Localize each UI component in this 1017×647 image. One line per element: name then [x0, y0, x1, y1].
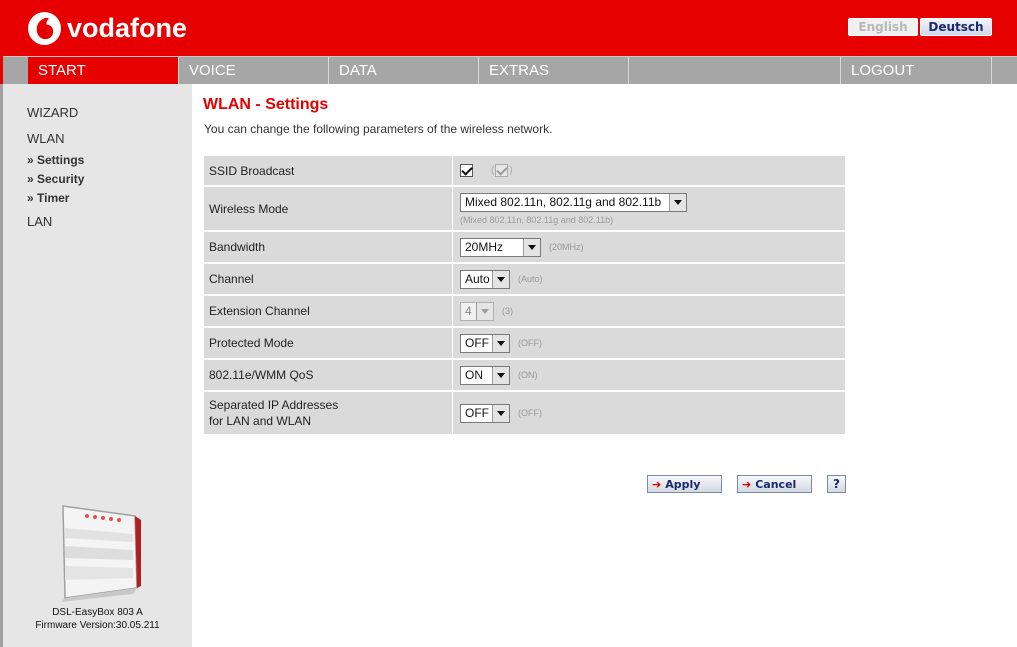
cancel-label: Cancel — [755, 477, 797, 491]
page-title: WLAN - Settings — [203, 96, 329, 113]
row-protected-mode: Protected Mode OFF (OFF) — [204, 328, 845, 360]
ssid-broadcast-value: () — [454, 156, 845, 185]
nav-start[interactable]: START — [28, 57, 178, 84]
channel-label: Channel — [204, 264, 453, 294]
chevron-down-icon — [492, 270, 509, 288]
nav-end-spacer — [991, 57, 1017, 84]
sidebar-item-wlan[interactable]: WLAN — [27, 131, 65, 146]
channel-select[interactable]: Auto — [460, 269, 510, 289]
wireless-mode-selected: Mixed 802.11n, 802.11g and 802.11b — [465, 195, 662, 209]
router-device-icon — [61, 505, 141, 602]
vodafone-logo[interactable]: vodafone — [27, 10, 187, 46]
ssid-broadcast-default-checkbox — [495, 164, 509, 177]
wireless-mode-select[interactable]: Mixed 802.11n, 802.11g and 802.11b — [460, 193, 687, 212]
separated-ip-hint: (OFF) — [518, 408, 542, 418]
bandwidth-value: 20MHz (20MHz) — [454, 232, 845, 262]
protected-mode-value: OFF (OFF) — [454, 328, 845, 358]
extension-channel-label: Extension Channel — [204, 296, 453, 326]
nav-spacer — [628, 57, 840, 84]
separated-ip-selected: OFF — [465, 405, 489, 420]
chevron-down-icon — [669, 194, 686, 211]
row-ssid-broadcast: SSID Broadcast () — [204, 156, 845, 187]
vodafone-speechmark-icon — [27, 11, 62, 45]
wmm-qos-label: 802.11e/WMM QoS — [204, 360, 453, 390]
sidebar-item-security[interactable]: » Security — [27, 172, 84, 186]
wmm-qos-hint: (ON) — [518, 370, 538, 380]
sidebar: WIZARD WLAN » Settings » Security » Time… — [3, 84, 192, 647]
row-wmm-qos: 802.11e/WMM QoS ON (ON) — [204, 360, 845, 392]
row-wireless-mode: Wireless Mode Mixed 802.11n, 802.11g and… — [204, 187, 845, 232]
chevron-down-icon — [523, 238, 540, 256]
bandwidth-label: Bandwidth — [204, 232, 453, 262]
extension-channel-selected: 4 — [465, 303, 472, 318]
nav-voice[interactable]: VOICE — [178, 57, 328, 84]
row-extension-channel: Extension Channel 4 (3) — [204, 296, 845, 328]
wmm-qos-selected: ON — [465, 367, 483, 382]
apply-label: Apply — [665, 477, 701, 491]
arrow-right-icon: ➔ — [742, 477, 752, 491]
ssid-broadcast-checkbox[interactable] — [460, 164, 473, 177]
sidebar-item-settings[interactable]: » Settings — [27, 153, 84, 167]
bandwidth-select[interactable]: 20MHz — [460, 237, 541, 257]
channel-value: Auto (Auto) — [454, 264, 845, 294]
wireless-mode-hint: (Mixed 802.11n, 802.11g and 802.11b) — [460, 215, 614, 225]
protected-mode-hint: (OFF) — [518, 338, 542, 348]
ssid-broadcast-label: SSID Broadcast — [204, 156, 453, 185]
apply-button[interactable]: ➔ Apply — [647, 475, 722, 493]
protected-mode-label: Protected Mode — [204, 328, 453, 358]
wmm-qos-select[interactable]: ON — [460, 365, 510, 385]
help-button[interactable]: ? — [827, 475, 846, 493]
bandwidth-selected: 20MHz — [465, 239, 504, 254]
row-channel: Channel Auto (Auto) — [204, 264, 845, 296]
wireless-mode-label: Wireless Mode — [204, 187, 453, 230]
brand-name: vodafone — [67, 12, 188, 43]
separated-ip-select[interactable]: OFF — [460, 403, 510, 423]
ssid-broadcast-default: () — [491, 164, 513, 177]
nav-extras[interactable]: EXTRAS — [478, 57, 628, 84]
chevron-down-icon — [476, 302, 493, 320]
sidebar-item-timer[interactable]: » Timer — [27, 191, 69, 205]
deutsch-language-button[interactable]: Deutsch — [920, 18, 992, 36]
separated-ip-label-line1: Separated IP Addresses — [209, 398, 339, 412]
nav-data[interactable]: DATA — [328, 57, 478, 84]
row-bandwidth: Bandwidth 20MHz (20MHz) — [204, 232, 845, 264]
main-nav: START VOICE DATA EXTRAS LOGOUT — [0, 56, 1017, 84]
protected-mode-selected: OFF — [465, 335, 489, 350]
firmware-version: Firmware Version:30.05.211 — [35, 620, 160, 631]
sidebar-item-wizard[interactable]: WIZARD — [27, 105, 78, 120]
channel-hint: (Auto) — [518, 274, 543, 284]
arrow-right-icon: ➔ — [652, 477, 662, 491]
channel-selected: Auto — [465, 271, 490, 286]
device-name: DSL-EasyBox 803 A — [52, 607, 143, 618]
page-description: You can change the following parameters … — [204, 122, 553, 136]
chevron-down-icon — [492, 404, 509, 422]
separated-ip-label: Separated IP Addresses for LAN and WLAN — [204, 392, 453, 434]
chevron-down-icon — [492, 334, 509, 352]
header-bar: vodafone English Deutsch — [0, 0, 1017, 56]
cancel-button[interactable]: ➔ Cancel — [737, 475, 812, 493]
chevron-down-icon — [492, 366, 509, 384]
bandwidth-hint: (20MHz) — [549, 242, 584, 252]
main-content: WLAN - Settings You can change the follo… — [193, 84, 1017, 647]
protected-mode-select[interactable]: OFF — [460, 333, 510, 353]
extension-channel-hint: (3) — [502, 306, 513, 316]
separated-ip-value: OFF (OFF) — [454, 392, 845, 434]
sidebar-item-lan[interactable]: LAN — [27, 214, 52, 229]
extension-channel-select: 4 — [460, 301, 494, 321]
english-language-button[interactable]: English — [848, 18, 918, 36]
extension-channel-value: 4 (3) — [454, 296, 845, 326]
wireless-mode-value: Mixed 802.11n, 802.11g and 802.11b (Mixe… — [454, 187, 845, 230]
nav-logout[interactable]: LOGOUT — [840, 57, 991, 84]
row-separated-ip: Separated IP Addresses for LAN and WLAN … — [204, 392, 845, 434]
separated-ip-label-line2: for LAN and WLAN — [209, 414, 312, 428]
wmm-qos-value: ON (ON) — [454, 360, 845, 390]
